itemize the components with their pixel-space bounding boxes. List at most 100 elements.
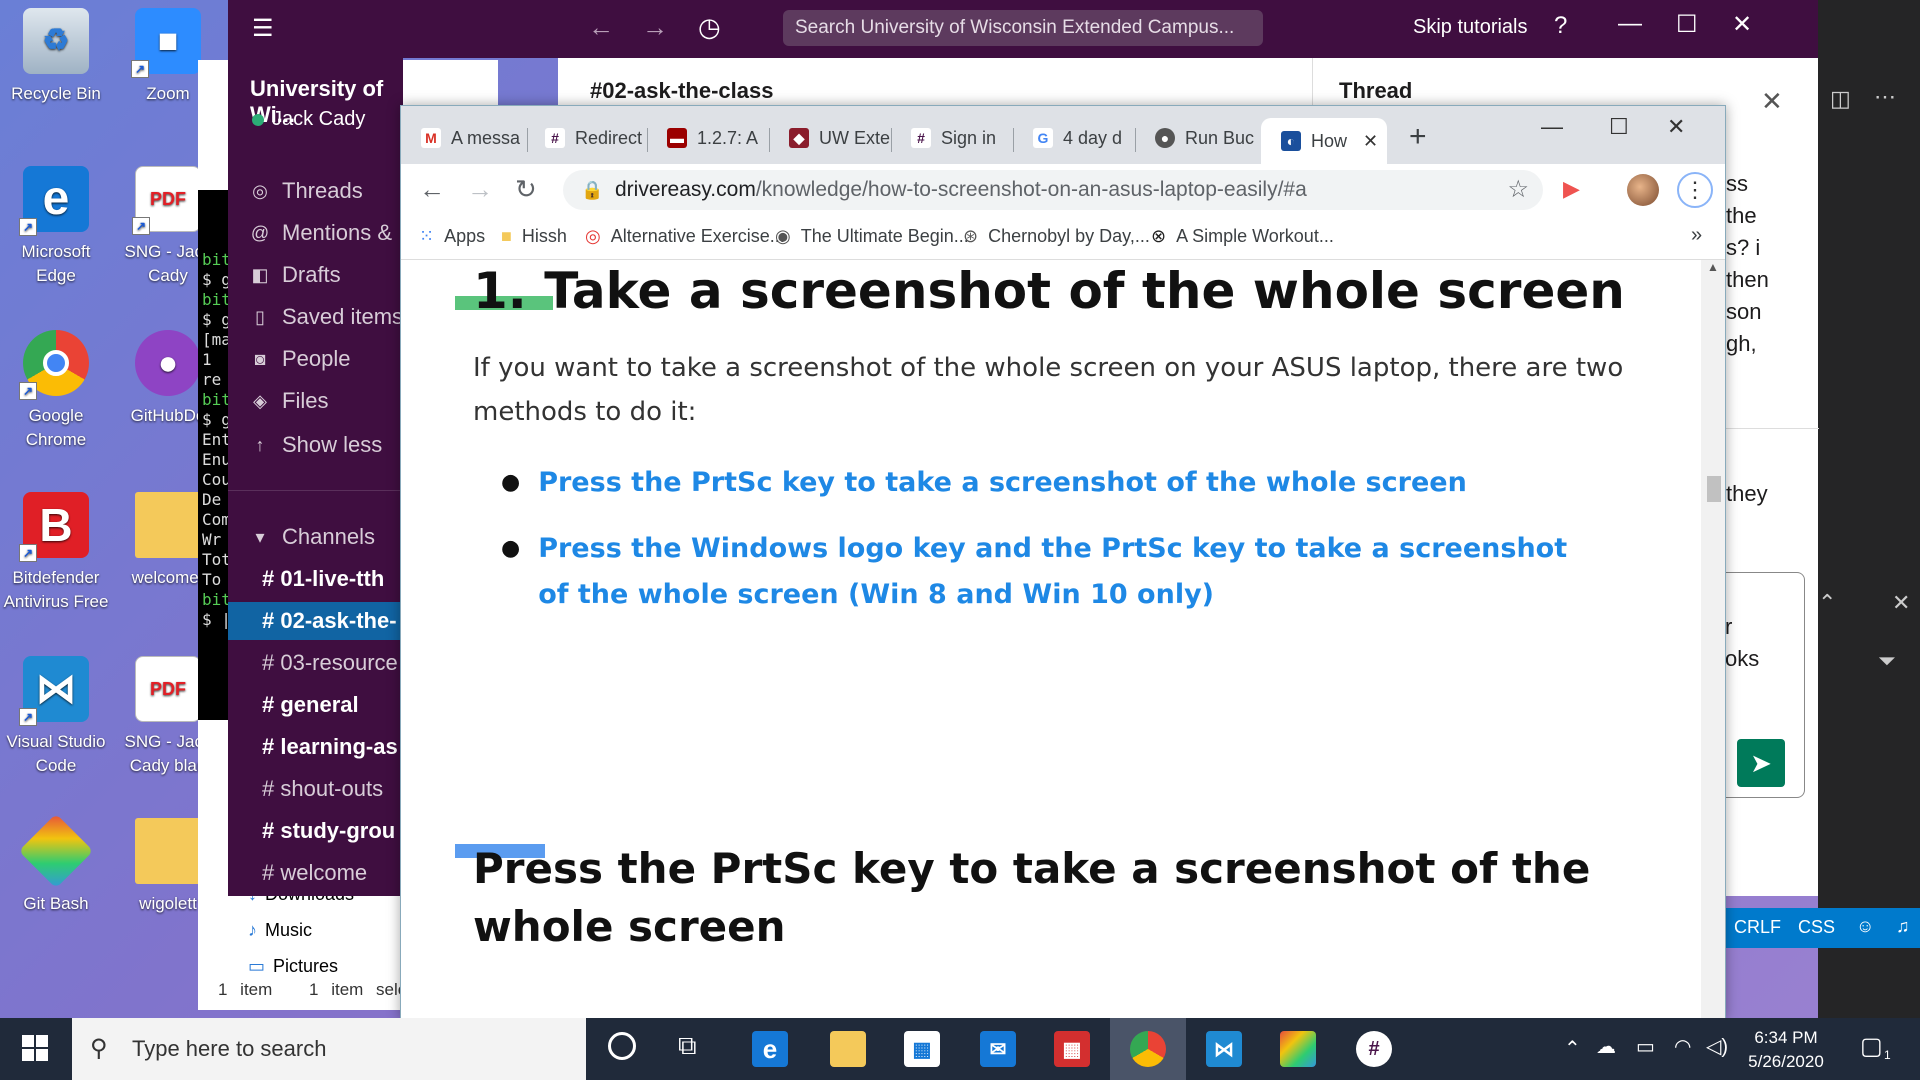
tab-slack-redirect[interactable]: # Redirect — [525, 120, 647, 156]
onedrive-icon[interactable]: ☁ — [1596, 1034, 1616, 1059]
tab-drivereasy-active[interactable]: ◐ How ✕ — [1261, 118, 1387, 164]
desktop-icon-vscode[interactable]: ⋈ ↗ Visual Studio Code — [0, 656, 112, 778]
chrome-menu-icon[interactable]: ⋮ — [1677, 172, 1713, 208]
skip-tutorials-link[interactable]: Skip tutorials — [1413, 16, 1528, 39]
tab-course[interactable]: ▬ 1.2.7: A — [647, 120, 769, 156]
back-arrow-icon[interactable]: ← — [588, 12, 614, 43]
channel-study-groups[interactable]: # study-grou — [228, 812, 403, 850]
maximize-icon[interactable]: ☐ — [1676, 10, 1698, 39]
sidebar-item-people[interactable]: ◙ People — [250, 346, 351, 372]
taskbar-slack-icon[interactable]: # — [1356, 1031, 1392, 1067]
split-editor-icon[interactable]: ◫ — [1830, 86, 1851, 112]
close-icon[interactable]: ✕ — [1667, 114, 1685, 140]
profile-avatar[interactable] — [1627, 174, 1659, 206]
send-message-button[interactable]: ➤ — [1737, 739, 1785, 787]
desktop-icon-bitdefender[interactable]: B ↗ Bitdefender Antivirus Free — [0, 492, 112, 614]
cortana-icon[interactable] — [608, 1032, 636, 1060]
taskbar-edge-icon[interactable]: e — [752, 1031, 788, 1067]
bell-icon[interactable]: ♫ — [1896, 916, 1910, 937]
hamburger-menu-icon[interactable]: ☰ — [252, 14, 274, 43]
taskbar-chrome-icon[interactable] — [1130, 1031, 1166, 1067]
new-tab-button[interactable]: + — [1409, 120, 1427, 154]
desktop-icon-recycle-bin[interactable]: ♻ Recycle Bin — [0, 8, 112, 106]
taskbar-search-input[interactable]: ⚲ Type here to search — [72, 1018, 586, 1080]
tab-gmail[interactable]: MA messa — [401, 120, 525, 156]
taskbar-gift-icon[interactable]: ▦ — [1054, 1031, 1090, 1067]
channel-title[interactable]: #02-ask-the-class — [590, 78, 773, 104]
slack-search-input[interactable]: Search University of Wisconsin Extended … — [783, 10, 1263, 46]
sidebar-item-show-less[interactable]: ↑ Show less — [250, 432, 383, 458]
taskbar-git-icon[interactable] — [1280, 1031, 1316, 1067]
back-arrow-icon[interactable]: ← — [419, 174, 445, 205]
extension-icon[interactable]: ▶ — [1563, 176, 1580, 202]
tab-uw-extended[interactable]: ◆ UW Exte — [769, 120, 891, 156]
channel-shout-outs[interactable]: # shout-outs — [228, 770, 403, 808]
forward-arrow-icon[interactable]: → — [642, 12, 668, 43]
language-mode-indicator[interactable]: CSS — [1798, 917, 1835, 938]
maximize-icon[interactable]: ☐ — [1609, 114, 1629, 140]
bookmark-chernobyl[interactable]: ⊛ Chernobyl by Day,... — [963, 226, 1150, 247]
channel-02-ask-the-class[interactable]: # 02-ask-the- — [228, 602, 403, 640]
forward-arrow-icon[interactable]: → — [467, 174, 493, 205]
more-actions-icon[interactable]: ⋯ — [1874, 84, 1896, 110]
tab-google-search[interactable]: G4 day d — [1013, 120, 1135, 156]
bookmark-star-icon[interactable]: ☆ — [1507, 170, 1529, 210]
minimize-icon[interactable]: — — [1618, 10, 1642, 38]
bookmark-apps[interactable]: ⁙ Apps — [419, 226, 485, 247]
scrollbar-thumb[interactable] — [1707, 476, 1721, 502]
line-ending-indicator[interactable]: CRLF — [1734, 917, 1781, 938]
close-panel-icon[interactable]: ✕ — [1892, 590, 1910, 616]
battery-icon[interactable]: ▭ — [1636, 1034, 1655, 1059]
notification-center-icon[interactable]: ▢ — [1860, 1032, 1883, 1061]
channel-general[interactable]: # general — [228, 686, 403, 724]
scroll-up-icon[interactable]: ▲ — [1707, 260, 1719, 274]
sidebar-item-saved[interactable]: ▯ Saved items — [250, 304, 403, 330]
taskbar-mail-icon[interactable]: ✉ — [980, 1031, 1016, 1067]
task-view-icon[interactable]: ⧉ — [678, 1030, 697, 1062]
taskbar-file-explorer-icon[interactable] — [830, 1031, 866, 1067]
close-tab-icon[interactable]: ✕ — [1363, 131, 1378, 152]
reload-icon[interactable]: ↻ — [515, 174, 537, 205]
channel-welcome[interactable]: # welcome — [228, 854, 403, 892]
feedback-icon[interactable]: ☺ — [1856, 916, 1874, 937]
page-scrollbar[interactable]: ▲ — [1701, 260, 1725, 1019]
desktop-icon-chrome[interactable]: ↗ Google Chrome — [0, 330, 112, 452]
explorer-item-music[interactable]: ♪ Music — [248, 920, 312, 941]
method-2-link[interactable]: Press the Windows logo key and the PrtSc… — [538, 526, 1601, 618]
channels-section-header[interactable]: ▾ Channels — [250, 524, 374, 550]
taskbar-vscode-icon[interactable]: ⋈ — [1206, 1031, 1242, 1067]
taskbar-clock[interactable]: 6:34 PM 5/26/2020 — [1736, 1026, 1836, 1074]
channel-03-resources[interactable]: # 03-resource — [228, 644, 403, 682]
more-bookmarks-icon[interactable]: » — [1691, 224, 1702, 247]
taskbar-store-icon[interactable]: ▦ — [904, 1031, 940, 1067]
tray-chevron-icon[interactable]: ⌃ — [1564, 1036, 1581, 1061]
windows-start-icon[interactable] — [22, 1035, 48, 1061]
close-icon[interactable]: ✕ — [1732, 10, 1752, 39]
close-thread-icon[interactable]: ✕ — [1761, 86, 1783, 117]
history-icon[interactable]: ◷ — [698, 12, 721, 43]
explorer-item-pictures[interactable]: ▭ Pictures — [248, 956, 338, 977]
desktop-icon-edge[interactable]: e ↗ Microsoft Edge — [0, 166, 112, 288]
minimize-icon[interactable]: — — [1541, 114, 1563, 140]
tab-slack-sign-in[interactable]: # Sign in — [891, 120, 1013, 156]
bookmark-hissh[interactable]: ■ Hissh — [501, 226, 567, 247]
help-icon[interactable]: ? — [1554, 12, 1567, 40]
reply-composer[interactable]: r oks ➤ — [1723, 572, 1805, 798]
chevron-up-icon[interactable]: ⌃ — [1818, 590, 1836, 616]
channel-learning-assist[interactable]: # learning-as — [228, 728, 403, 766]
channel-01-live-tth[interactable]: # 01-live-tth — [228, 560, 403, 598]
wifi-icon[interactable]: ◠ — [1674, 1034, 1691, 1059]
sidebar-item-mentions[interactable]: @ Mentions & — [250, 220, 392, 246]
bookmark-ultimate-beginner[interactable]: ◉ The Ultimate Begin... — [775, 226, 969, 247]
desktop-icon-git-bash[interactable]: Git Bash — [0, 813, 112, 916]
sidebar-item-files[interactable]: ◈ Files — [250, 388, 328, 414]
volume-icon[interactable]: ◁) — [1706, 1034, 1728, 1059]
bookmark-simple-workout[interactable]: ⊗ A Simple Workout... — [1151, 226, 1334, 247]
filter-icon[interactable]: ⏷ — [1878, 648, 1896, 674]
sidebar-item-drafts[interactable]: ◧ Drafts — [250, 262, 340, 288]
tab-run-buddy[interactable]: ● Run Buc — [1135, 120, 1257, 156]
method-1-link[interactable]: Press the PrtSc key to take a screenshot… — [538, 460, 1467, 506]
bookmark-alternative-exercise[interactable]: ◎ Alternative Exercise... — [585, 226, 785, 247]
address-bar[interactable]: 🔒 drivereasy.com/knowledge/how-to-screen… — [563, 170, 1543, 210]
sidebar-item-threads[interactable]: ◎ Threads — [250, 178, 363, 204]
